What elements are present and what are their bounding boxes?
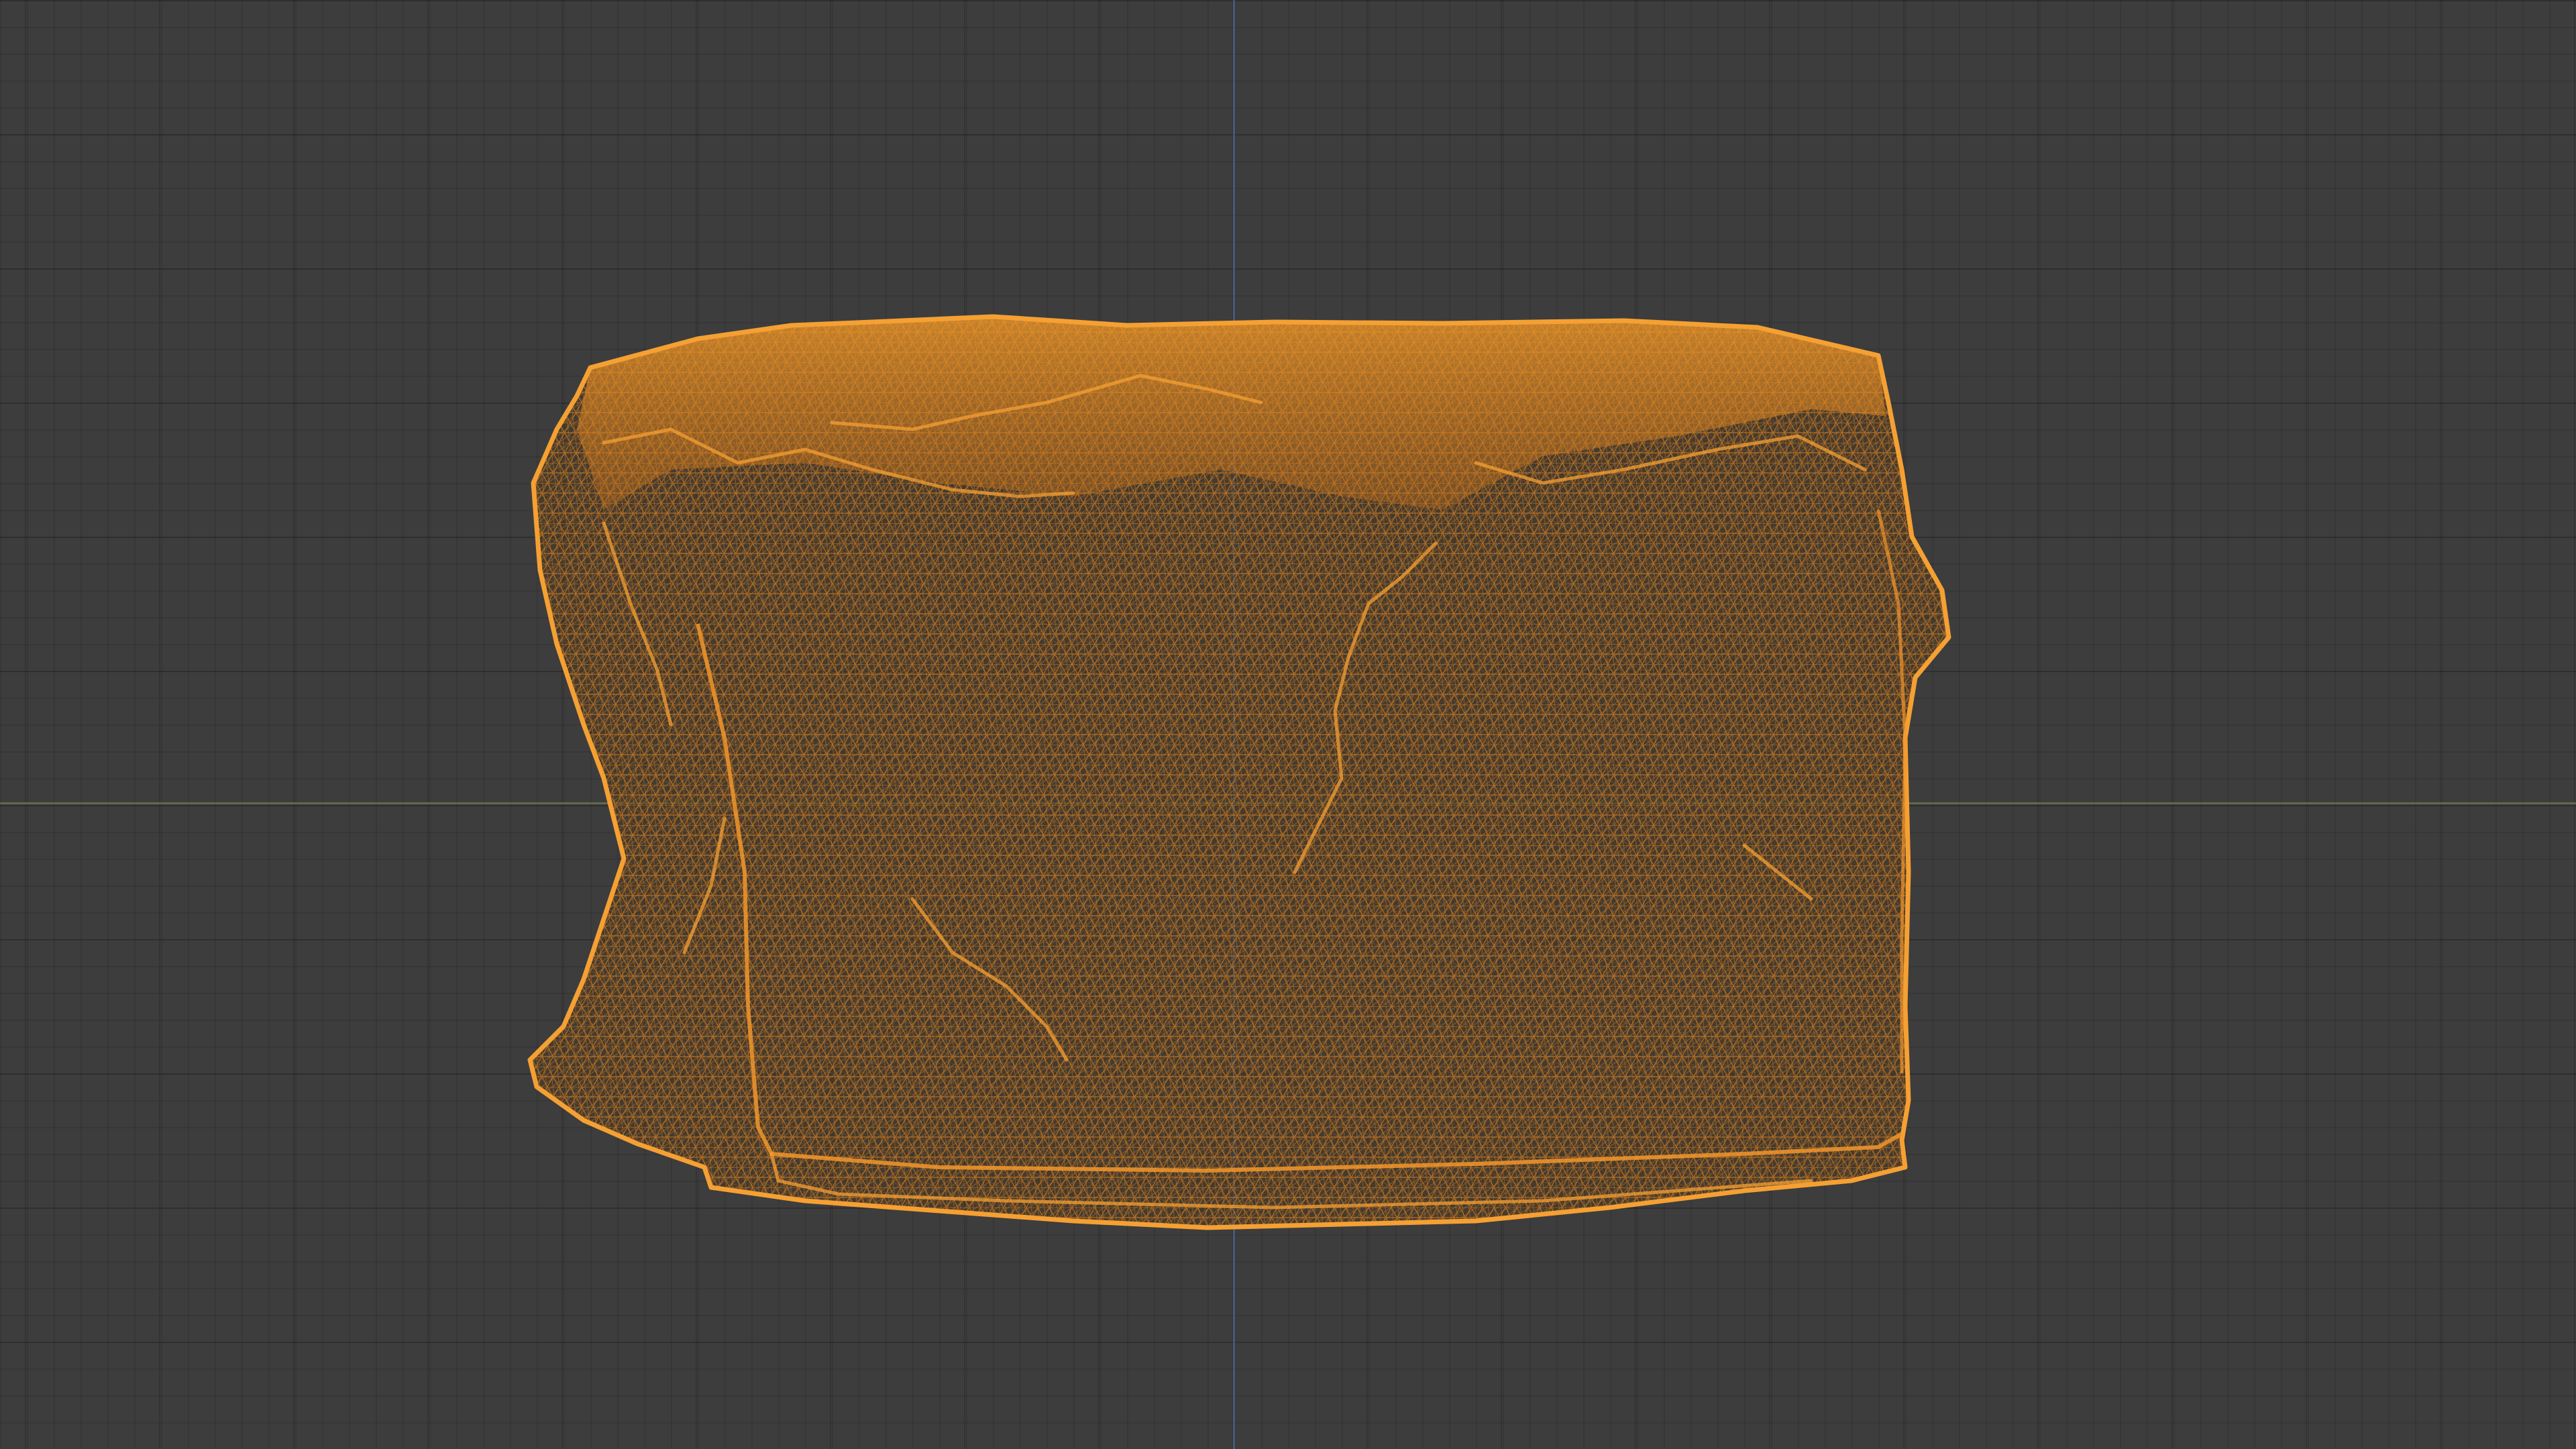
3d-viewport[interactable] <box>0 0 2576 1449</box>
wireframe-mesh-object[interactable] <box>0 0 2576 1449</box>
